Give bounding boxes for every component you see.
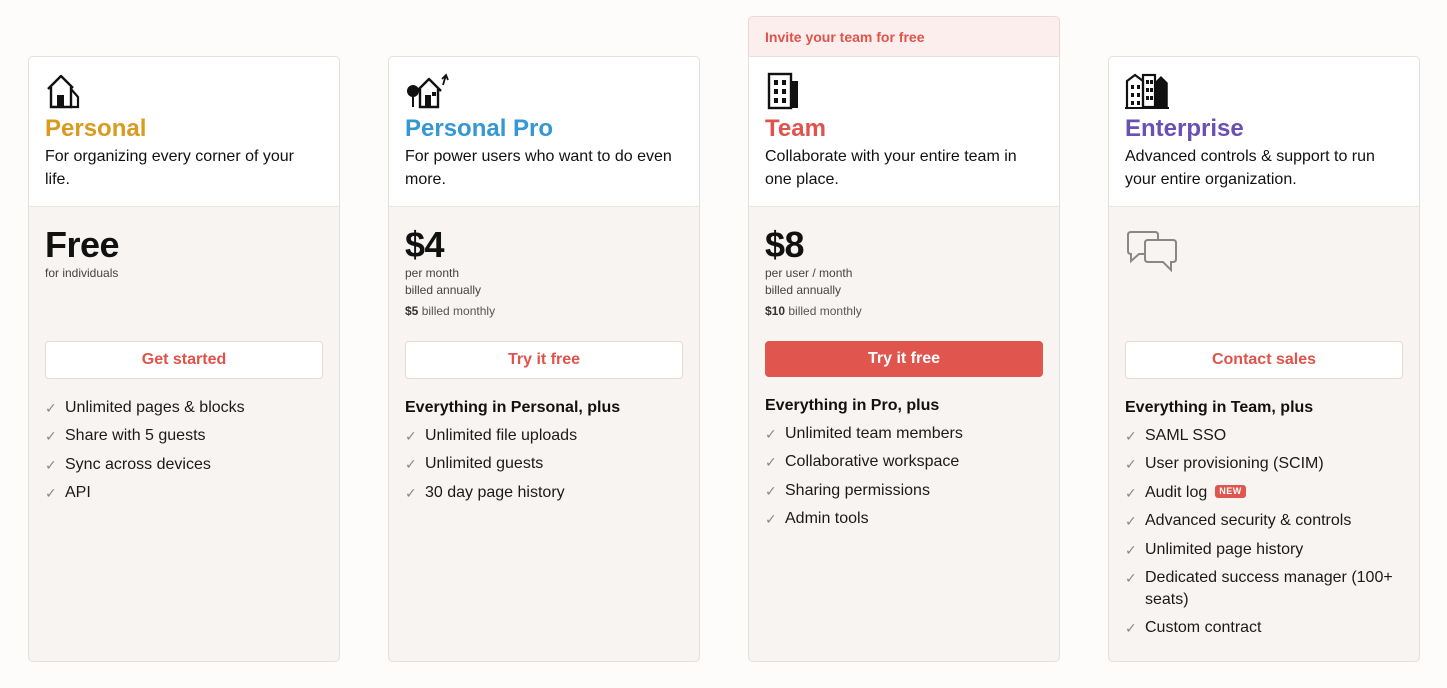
feature-item: ✓ API	[45, 482, 330, 504]
feature-item: ✓ Audit log NEW	[1125, 482, 1410, 504]
monthly-price: $5 billed monthly	[405, 304, 496, 318]
invite-team-banner: Invite your team for free	[748, 16, 1060, 60]
check-icon: ✓	[1125, 569, 1137, 586]
check-icon: ✓	[405, 428, 417, 444]
feature-item: ✓ SAML SSO	[1125, 425, 1410, 447]
feature-item: ✓ Advanced security & controls	[1125, 510, 1410, 532]
feature-item: ✓ Unlimited guests	[405, 453, 690, 475]
plan-header: Team Collaborate with your entire team i…	[749, 57, 1059, 207]
feature-item: ✓ Unlimited pages & blocks	[45, 397, 330, 419]
price-subtitle: for individuals	[45, 266, 119, 280]
office-building-icon	[767, 72, 798, 110]
feature-item: ✓ Dedicated success manager (100+ seats)	[1125, 568, 1393, 608]
try-it-free-button[interactable]: Try it free	[405, 341, 683, 379]
plan-body: $4 per month billed annually $5 billed m…	[389, 207, 699, 661]
features-heading: Everything in Personal, plus	[405, 399, 621, 416]
check-icon: ✓	[45, 485, 57, 502]
feature-item: ✓ 30 day page history	[405, 482, 690, 504]
plan-name: Enterprise	[1125, 115, 1244, 142]
check-icon: ✓	[45, 456, 57, 473]
plan-header: Personal For organizing every corner of …	[29, 57, 339, 207]
plan-body: $8 per user / month billed annually $10 …	[749, 207, 1059, 661]
plan-description: Advanced controls & support to run your …	[1125, 148, 1375, 188]
check-icon: ✓	[765, 511, 777, 528]
plan-name: Personal Pro	[405, 115, 554, 142]
contact-sales-button[interactable]: Contact sales	[1125, 341, 1403, 379]
check-icon: ✓	[405, 484, 417, 501]
plan-card-team: Team Collaborate with your entire team i…	[748, 56, 1060, 662]
plan-body: Free for individuals Get started ✓ Unlimi…	[29, 207, 339, 661]
plan-header: Personal Pro For power users who want to…	[389, 57, 699, 207]
features-heading: Everything in Pro, plus	[765, 397, 940, 414]
feature-item: ✓ Collaborative workspace	[765, 451, 1050, 473]
house-icon	[47, 74, 80, 109]
check-icon: ✓	[1125, 513, 1137, 530]
check-icon: ✓	[1125, 541, 1137, 558]
plan-body: Contact sales Everything in Team, plus ✓…	[1109, 207, 1419, 661]
check-icon: ✓	[1125, 484, 1137, 501]
check-icon: ✓	[765, 454, 777, 471]
feature-list: Everything in Pro, plus ✓ Unlimited team …	[765, 395, 1050, 537]
plan-price: $8	[765, 224, 805, 265]
check-icon: ✓	[765, 482, 777, 499]
plan-price: Free	[45, 224, 120, 265]
feature-item: ✓ User provisioning (SCIM)	[1125, 453, 1410, 475]
new-badge: NEW	[1215, 484, 1246, 498]
house-with-tree-icon	[407, 73, 449, 109]
billing-period: billed annually	[405, 283, 482, 297]
plan-card-personal: Personal For organizing every corner of …	[28, 56, 340, 662]
check-icon: ✓	[1125, 456, 1137, 473]
price-subtitle: per month	[405, 266, 460, 280]
plan-description: Collaborate with your entire team in one…	[765, 148, 1017, 188]
get-started-button[interactable]: Get started	[45, 341, 323, 379]
feature-item: ✓ Unlimited file uploads	[405, 425, 690, 447]
plan-description: For organizing every corner of your life…	[45, 148, 294, 188]
plan-description: For power users who want to do even more…	[405, 148, 672, 188]
feature-item: ✓ Share with 5 guests	[45, 425, 330, 447]
check-icon: ✓	[765, 426, 777, 442]
price-subtitle: per user / month	[765, 266, 853, 280]
plan-name: Team	[765, 115, 826, 142]
plan-header: Enterprise Advanced controls & support t…	[1109, 57, 1419, 207]
features-heading: Everything in Team, plus	[1125, 399, 1314, 416]
check-icon: ✓	[405, 456, 417, 473]
check-icon: ✓	[1125, 428, 1137, 444]
feature-item: ✓ Custom contract	[1125, 617, 1410, 639]
feature-item: ✓ Unlimited team members	[765, 423, 1050, 445]
plan-price: $4	[405, 224, 445, 265]
billing-period: billed annually	[765, 283, 842, 297]
feature-list: Everything in Team, plus ✓ SAML SSO ✓ User…	[1125, 397, 1410, 646]
plan-name: Personal	[45, 115, 147, 142]
feature-item: ✓ Admin tools	[765, 508, 1050, 530]
check-icon: ✓	[1125, 620, 1137, 637]
plan-card-personal-pro: Personal Pro For power users who want to…	[388, 56, 700, 662]
monthly-price: $10 billed monthly	[765, 304, 862, 318]
check-icon: ✓	[45, 428, 57, 445]
feature-item: ✓ Unlimited page history	[1125, 539, 1410, 561]
try-it-free-button[interactable]: Try it free	[765, 341, 1043, 377]
feature-list: Everything in Personal, plus ✓ Unlimited …	[405, 397, 690, 510]
feature-item: ✓ Sharing permissions	[765, 480, 1050, 502]
feature-list: ✓ Unlimited pages & blocks ✓ Share with 5 …	[45, 397, 330, 511]
check-icon: ✓	[45, 400, 57, 416]
plan-card-enterprise: Enterprise Advanced controls & support t…	[1108, 56, 1420, 662]
city-buildings-icon	[1125, 73, 1169, 109]
chat-bubbles-icon	[1127, 231, 1177, 273]
feature-item: ✓ Sync across devices	[45, 454, 330, 476]
